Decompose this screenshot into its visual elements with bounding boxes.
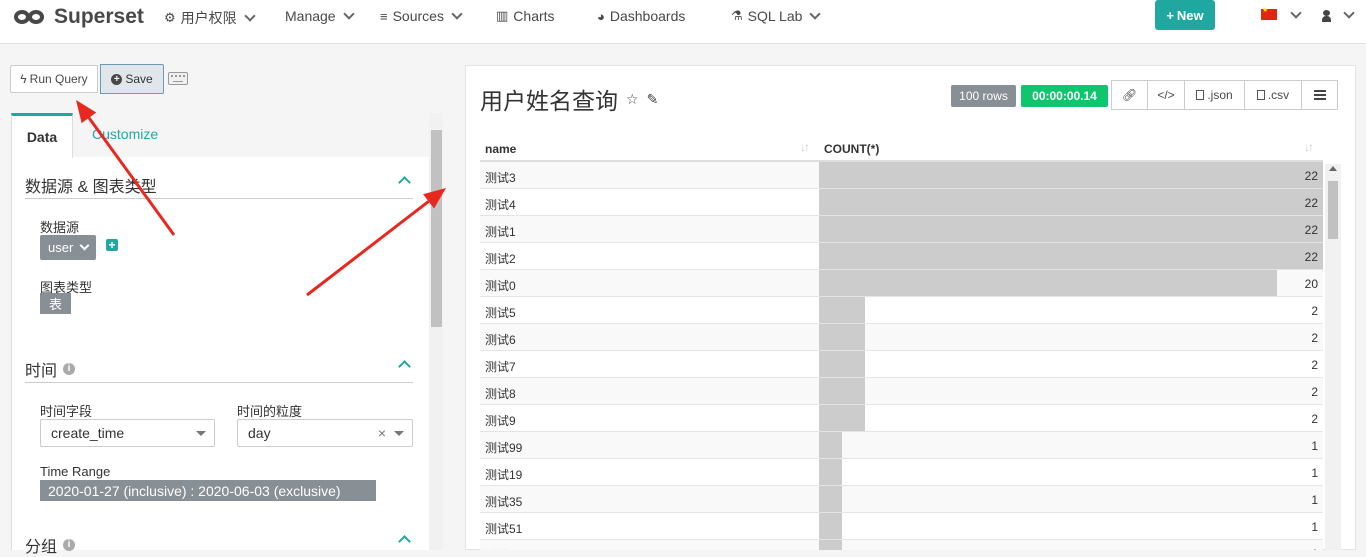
annotation-arrows xyxy=(76,100,446,297)
arrow-to-chart-shaft xyxy=(306,200,430,297)
arrow-to-chart-head xyxy=(423,188,446,209)
arrow-to-run-query-shaft xyxy=(87,116,176,236)
arrow-to-run-query-head xyxy=(76,100,97,124)
